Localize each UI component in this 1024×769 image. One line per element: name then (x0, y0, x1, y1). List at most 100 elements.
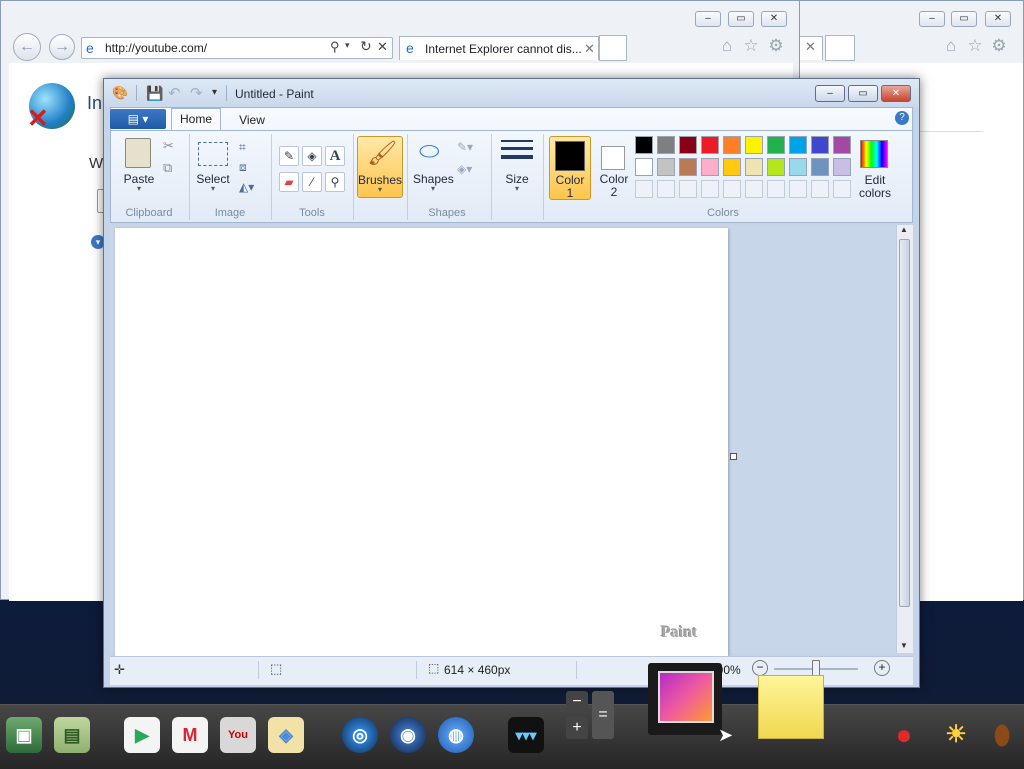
paint-maximize-button[interactable]: ▭ (848, 85, 878, 102)
ie2-new-tab[interactable] (825, 35, 855, 61)
paint-close-button[interactable]: ✕ (881, 85, 911, 102)
palette-swatch[interactable] (833, 158, 851, 176)
color2-button[interactable]: Color 2 (593, 136, 635, 200)
scroll-up-icon[interactable]: ▲ (900, 225, 908, 234)
ie1-close-button[interactable]: ✕ (761, 11, 787, 27)
music-icon[interactable]: ◉ (390, 717, 426, 753)
zoom-in-button[interactable]: + (874, 660, 890, 676)
help-icon[interactable]: ? (895, 111, 909, 125)
custom-color-slot[interactable] (723, 180, 741, 198)
palette-swatch[interactable] (701, 136, 719, 154)
drawing-canvas[interactable]: Paint (115, 228, 728, 656)
palette-swatch[interactable] (811, 158, 829, 176)
palette-swatch[interactable] (723, 158, 741, 176)
custom-color-slot[interactable] (767, 180, 785, 198)
paint-titlebar[interactable]: 🎨 💾 ↶ ↷ ▾ Untitled - Paint – ▭ ✕ (104, 79, 919, 107)
size-button[interactable]: Size ▾ (497, 136, 537, 198)
palette-swatch[interactable] (679, 136, 697, 154)
calculator-widget[interactable]: − + = (566, 691, 616, 743)
palette-swatch[interactable] (767, 158, 785, 176)
palette-swatch[interactable] (767, 136, 785, 154)
palette-swatch[interactable] (701, 158, 719, 176)
android-icon[interactable]: ⬮ (984, 717, 1020, 753)
rotate-icon[interactable]: ◭▾ (239, 180, 254, 194)
paint-minimize-button[interactable]: – (815, 85, 845, 102)
back-button[interactable]: ← (13, 33, 41, 61)
search-icon[interactable]: ⚲ (330, 39, 340, 55)
custom-color-slot[interactable] (635, 180, 653, 198)
paint-menu-button[interactable]: ▤ ▾ (110, 109, 166, 129)
magnifier-icon[interactable]: ⚲ (325, 172, 345, 192)
fill-icon[interactable]: ◈ (302, 146, 322, 166)
angry-birds-icon[interactable]: ● (886, 717, 922, 753)
edit-colors-button[interactable]: Edit colors (853, 136, 897, 200)
shapes-button[interactable]: ⬭ Shapes ▾ (413, 136, 454, 198)
ie1-minimize-button[interactable]: – (695, 11, 721, 27)
palette-swatch[interactable] (657, 158, 675, 176)
address-text[interactable]: http://youtube.com/ (105, 41, 207, 55)
custom-color-slot[interactable] (745, 180, 763, 198)
custom-color-slot[interactable] (833, 180, 851, 198)
ie2-close-button[interactable]: ✕ (985, 11, 1011, 27)
close-tab-icon[interactable]: ✕ (584, 41, 595, 57)
customize-qat-icon[interactable]: ▾ (212, 87, 217, 98)
desktop-app-icon[interactable]: ▣ (6, 717, 42, 753)
palette-swatch[interactable] (657, 136, 675, 154)
paint-window[interactable]: 🎨 💾 ↶ ↷ ▾ Untitled - Paint – ▭ ✕ ▤ ▾ Hom… (103, 78, 920, 688)
custom-color-slot[interactable] (701, 180, 719, 198)
copy-icon[interactable]: ⧉ (163, 160, 172, 176)
palette-swatch[interactable] (833, 136, 851, 154)
ie2-minimize-button[interactable]: – (919, 11, 945, 27)
ie2-close-tab-icon[interactable]: ✕ (805, 39, 816, 55)
tab-error[interactable]: e Internet Explorer cannot dis... ✕ (399, 36, 599, 60)
palette-swatch[interactable] (789, 136, 807, 154)
calculator-equals-key[interactable]: = (592, 691, 614, 739)
browser-icon[interactable]: ◍ (438, 717, 474, 753)
shape-fill-icon[interactable]: ◈▾ (457, 162, 472, 176)
brushes-button[interactable]: 🖌 Brushes ▾ (357, 136, 403, 198)
palette-swatch[interactable] (789, 158, 807, 176)
tools-icon[interactable]: ⚙ (766, 36, 786, 56)
palette-swatch[interactable] (635, 136, 653, 154)
palette-swatch[interactable] (723, 136, 741, 154)
crop-icon[interactable]: ⌗ (239, 140, 246, 155)
color-picker-icon[interactable]: ⁄ (302, 172, 322, 192)
ie1-maximize-button[interactable]: ▭ (728, 11, 754, 27)
text-icon[interactable]: A (325, 146, 345, 166)
outline-icon[interactable]: ✎▾ (457, 140, 473, 154)
maps-icon[interactable]: ◈ (268, 717, 304, 753)
color-app-icon[interactable]: ▾▾▾ (508, 717, 544, 753)
undo-icon[interactable]: ↶ (168, 84, 181, 102)
custom-color-slot[interactable] (811, 180, 829, 198)
palette-swatch[interactable] (745, 136, 763, 154)
canvas-resize-handle[interactable] (730, 453, 737, 460)
stop-icon[interactable]: ✕ (377, 39, 388, 55)
favorites-icon[interactable]: ☆ (741, 36, 761, 56)
refresh-icon[interactable]: ↻ (360, 38, 372, 55)
tab-view[interactable]: View (229, 110, 275, 130)
custom-color-slot[interactable] (657, 180, 675, 198)
vertical-scrollbar[interactable]: ▲ ▼ (896, 225, 913, 653)
search-dropdown-icon[interactable]: ▾ (345, 40, 350, 51)
forward-button[interactable]: → (49, 34, 75, 60)
eraser-icon[interactable]: ▰ (279, 172, 299, 192)
youtube-icon[interactable]: You (220, 717, 256, 753)
color1-button[interactable]: Color 1 (549, 136, 591, 200)
ie2-home-icon[interactable]: ⌂ (941, 36, 961, 56)
file-manager-icon[interactable]: ▤ (54, 717, 90, 753)
pencil-icon[interactable]: ✎ (279, 146, 299, 166)
calculator-plus-key[interactable]: + (566, 717, 588, 739)
paint-app-icon[interactable]: 🎨 (112, 85, 128, 101)
zoom-out-button[interactable]: − (752, 660, 768, 676)
resize-icon[interactable]: ⧈ (239, 160, 247, 175)
play-store-icon[interactable]: ▶ (124, 717, 160, 753)
ie2-settings-icon[interactable]: ⚙ (989, 36, 1009, 56)
paste-button[interactable]: Paste ▾ (119, 136, 159, 196)
sticky-notes-icon[interactable] (758, 675, 824, 739)
media-player-icon[interactable]: ◎ (342, 717, 378, 753)
tab-home[interactable]: Home (171, 108, 221, 130)
select-button[interactable]: Select ▾ (195, 136, 231, 196)
zoom-slider-thumb[interactable] (812, 660, 820, 676)
scroll-thumb[interactable] (899, 239, 910, 607)
calculator-minus-key[interactable]: − (566, 691, 588, 713)
